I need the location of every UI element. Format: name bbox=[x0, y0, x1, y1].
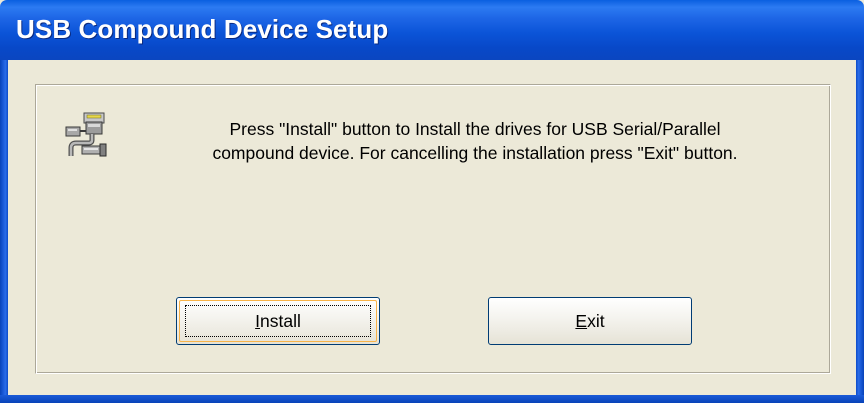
setup-dialog-window: USB Compound Device Setup Press "Install… bbox=[0, 0, 864, 403]
window-frame-bottom bbox=[0, 395, 864, 403]
install-button-label: Install bbox=[255, 311, 301, 332]
exit-button-label: Exit bbox=[575, 311, 604, 332]
window-frame-right bbox=[856, 60, 864, 403]
message-line-2: compound device. For cancelling the inst… bbox=[212, 143, 738, 163]
exit-label-rest: xit bbox=[587, 310, 605, 331]
install-button[interactable]: Install bbox=[176, 297, 380, 345]
title-bar[interactable]: USB Compound Device Setup bbox=[0, 0, 864, 60]
exit-mnemonic: E bbox=[575, 310, 588, 331]
window-frame-left bbox=[0, 60, 8, 403]
install-label-rest: nstall bbox=[260, 310, 301, 331]
message-line-1: Press "Install" button to Install the dr… bbox=[229, 119, 721, 139]
usb-plug-icon bbox=[65, 112, 107, 157]
window-title: USB Compound Device Setup bbox=[16, 14, 389, 44]
exit-button[interactable]: Exit bbox=[488, 297, 692, 345]
instruction-message: Press "Install" button to Install the dr… bbox=[150, 117, 800, 165]
dialog-client-area bbox=[8, 60, 856, 395]
